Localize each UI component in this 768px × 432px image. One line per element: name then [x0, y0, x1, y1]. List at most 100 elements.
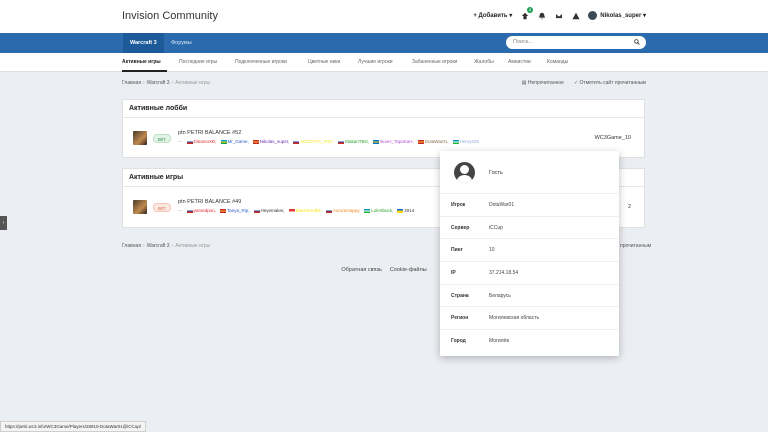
mark-read-label: Отметить сайт прочитанным — [579, 80, 646, 86]
player-entry[interactable]: parsedpon, — [186, 208, 216, 213]
user-menu[interactable]: Nikolas_super ▾ — [588, 11, 646, 20]
player-entry[interactable]: Mr_Game, — [220, 139, 249, 144]
info-row-server: Сервер iCCup — [440, 217, 619, 240]
crumb-home[interactable]: Главная — [122, 80, 141, 86]
info-value: iCCup — [489, 224, 503, 231]
popup-header: Гость — [440, 151, 619, 194]
info-value: Могилёв — [489, 338, 509, 345]
tab-colored-nicks[interactable]: Цветные ники — [308, 59, 340, 65]
main-nav: Warcraft 3 Форумы Поиск... — [0, 33, 768, 53]
host-name[interactable]: 2 — [628, 204, 631, 210]
separator: — — [178, 139, 183, 144]
tab-top-players[interactable]: Лучшие игроки — [358, 59, 393, 65]
tab-amnesty[interactable]: Амнистии — [508, 59, 531, 65]
sub-nav: Активные игры Последние игры Подключенны… — [0, 53, 768, 72]
player-entry[interactable]: DinamoXD, — [186, 139, 217, 144]
player-entry[interactable]: AuroraHappy, — [325, 208, 361, 213]
mark-read-bottom[interactable]: прочитанным — [620, 243, 651, 249]
info-row-ip: IP 37.214.18.54 — [440, 262, 619, 285]
breadcrumb: Главная › Warcraft 3 › Активные игры — [122, 80, 211, 86]
player-name: 2014 — [404, 208, 415, 213]
envelope-icon[interactable] — [554, 11, 563, 20]
nav-forums[interactable]: Форумы — [171, 33, 192, 53]
player-name: HenryOrk — [459, 139, 479, 144]
chevron-right-icon[interactable]: › — [0, 216, 7, 230]
game-name[interactable]: ptn PETRI BALANCE #52 — [178, 130, 241, 136]
nav-warcraft3[interactable]: Warcraft 3 — [123, 33, 164, 53]
flag-icon — [373, 139, 380, 144]
player-list: — parsedpon, Tanya_Rip, Heyemaker, BlackSoul… — [178, 208, 414, 213]
player-entry[interactable]: Lolertbuck, — [364, 208, 393, 213]
player-name: Mr_Game, — [227, 139, 249, 144]
flag-icon — [364, 208, 371, 213]
info-row-region: Регион Могилевская область — [440, 307, 619, 331]
player-entry[interactable]: HenryOrk — [452, 139, 479, 144]
separator: — — [178, 208, 183, 213]
player-name: Lolertbuck, — [371, 208, 394, 213]
player-list: — DinamoXD, Mr_Game, Nikolas_super, XOCOTYI_… — [178, 139, 479, 144]
info-label: Страна — [451, 292, 469, 299]
lobby-row[interactable]: В/П ptn PETRI BALANCE #52 — DinamoXD, Mr_G… — [123, 118, 644, 148]
feedback-link[interactable]: Обратная связь — [341, 267, 382, 273]
tab-teams[interactable]: Команды — [547, 59, 568, 65]
player-name: AuroraHappy, — [332, 208, 361, 213]
flag-icon — [253, 208, 260, 213]
player-entry[interactable]: BooH_TapaKaH, — [373, 139, 414, 144]
player-entry[interactable]: 2014 — [397, 208, 414, 213]
player-entry[interactable]: XOCOTYI_TOC, — [293, 139, 334, 144]
unread-link[interactable]: ▤ Непрочитанное — [522, 80, 564, 86]
player-name: Nikolas_super, — [259, 139, 290, 144]
player-name: XOCOTYI_TOC, — [300, 139, 334, 144]
player-entry[interactable]: BlackSoul94, — [288, 208, 322, 213]
breadcrumb-bottom: Главная › Warcraft 3 › Активные игры — [122, 243, 211, 249]
tab-active-games[interactable]: Активные игры — [122, 59, 161, 65]
flag-icon — [293, 139, 300, 144]
player-entry[interactable]: Tanya_Rip, — [220, 208, 250, 213]
player-name: DotaWar01, — [424, 139, 449, 144]
site-logo[interactable]: Invision Community — [122, 10, 218, 22]
player-entry[interactable]: Nikolas_super, — [252, 139, 290, 144]
info-label: Игрок — [451, 202, 466, 208]
player-name: Tanya_Rip, — [227, 208, 250, 213]
host-name[interactable]: WC3Game_10 — [595, 135, 631, 141]
tab-complaints[interactable]: Жалобы — [474, 59, 494, 65]
player-entry[interactable]: DotaWar01, — [417, 139, 449, 144]
flag-icon — [417, 139, 424, 144]
crumb-section[interactable]: Warcraft 3 — [147, 80, 170, 86]
add-label: Добавить — [478, 13, 508, 19]
warning-icon[interactable] — [571, 11, 580, 20]
bell-icon[interactable] — [537, 11, 546, 20]
cookies-link[interactable]: Cookie-файлы — [390, 267, 427, 273]
info-value: DotaWar01 — [489, 202, 515, 208]
info-label: Сервер — [451, 224, 470, 231]
footer-links: Обратная связь Cookie-файлы — [0, 267, 768, 273]
map-thumbnail — [133, 200, 147, 214]
status-badge: В/П — [153, 134, 171, 143]
reactions-icon[interactable]: 2 — [520, 7, 534, 20]
player-name: StakanTBG, — [344, 139, 370, 144]
info-value: Беларусь — [489, 292, 511, 299]
player-entry[interactable]: Heyemaker, — [253, 208, 285, 213]
tab-banned-players[interactable]: Забаненные игроки — [412, 59, 457, 65]
player-info-popup: Гость Игрок DotaWar01 Сервер iCCup Пинг 10 … — [440, 151, 619, 356]
tab-connected-players[interactable]: Подключенные игроки — [235, 59, 287, 65]
crumb-home[interactable]: Главная — [122, 243, 141, 249]
info-label: Регион — [451, 315, 469, 322]
status-url: https://petri.wc3.info/WC3Game/Players/2… — [0, 421, 146, 432]
mark-read-link[interactable]: ✓ Отметить сайт прочитанным — [574, 80, 646, 86]
tab-recent-games[interactable]: Последние игры — [179, 59, 217, 65]
flag-icon — [220, 208, 227, 213]
popup-username: Гость — [489, 170, 503, 176]
game-name[interactable]: ptn PETRI BALANCE #49 — [178, 199, 241, 205]
add-menu-button[interactable]: + Добавить ▾ — [473, 12, 512, 19]
avatar — [588, 11, 598, 20]
flag-icon — [186, 139, 193, 144]
info-label: Город — [451, 338, 466, 345]
crumb-section[interactable]: Warcraft 3 — [147, 243, 170, 249]
player-entry[interactable]: StakanTBG, — [337, 139, 370, 144]
info-value: 10 — [489, 247, 495, 254]
flag-icon — [325, 208, 332, 213]
search-input[interactable]: Поиск... — [506, 36, 646, 49]
search-icon[interactable] — [634, 39, 640, 45]
crumb-current: Активные игры — [175, 80, 211, 86]
